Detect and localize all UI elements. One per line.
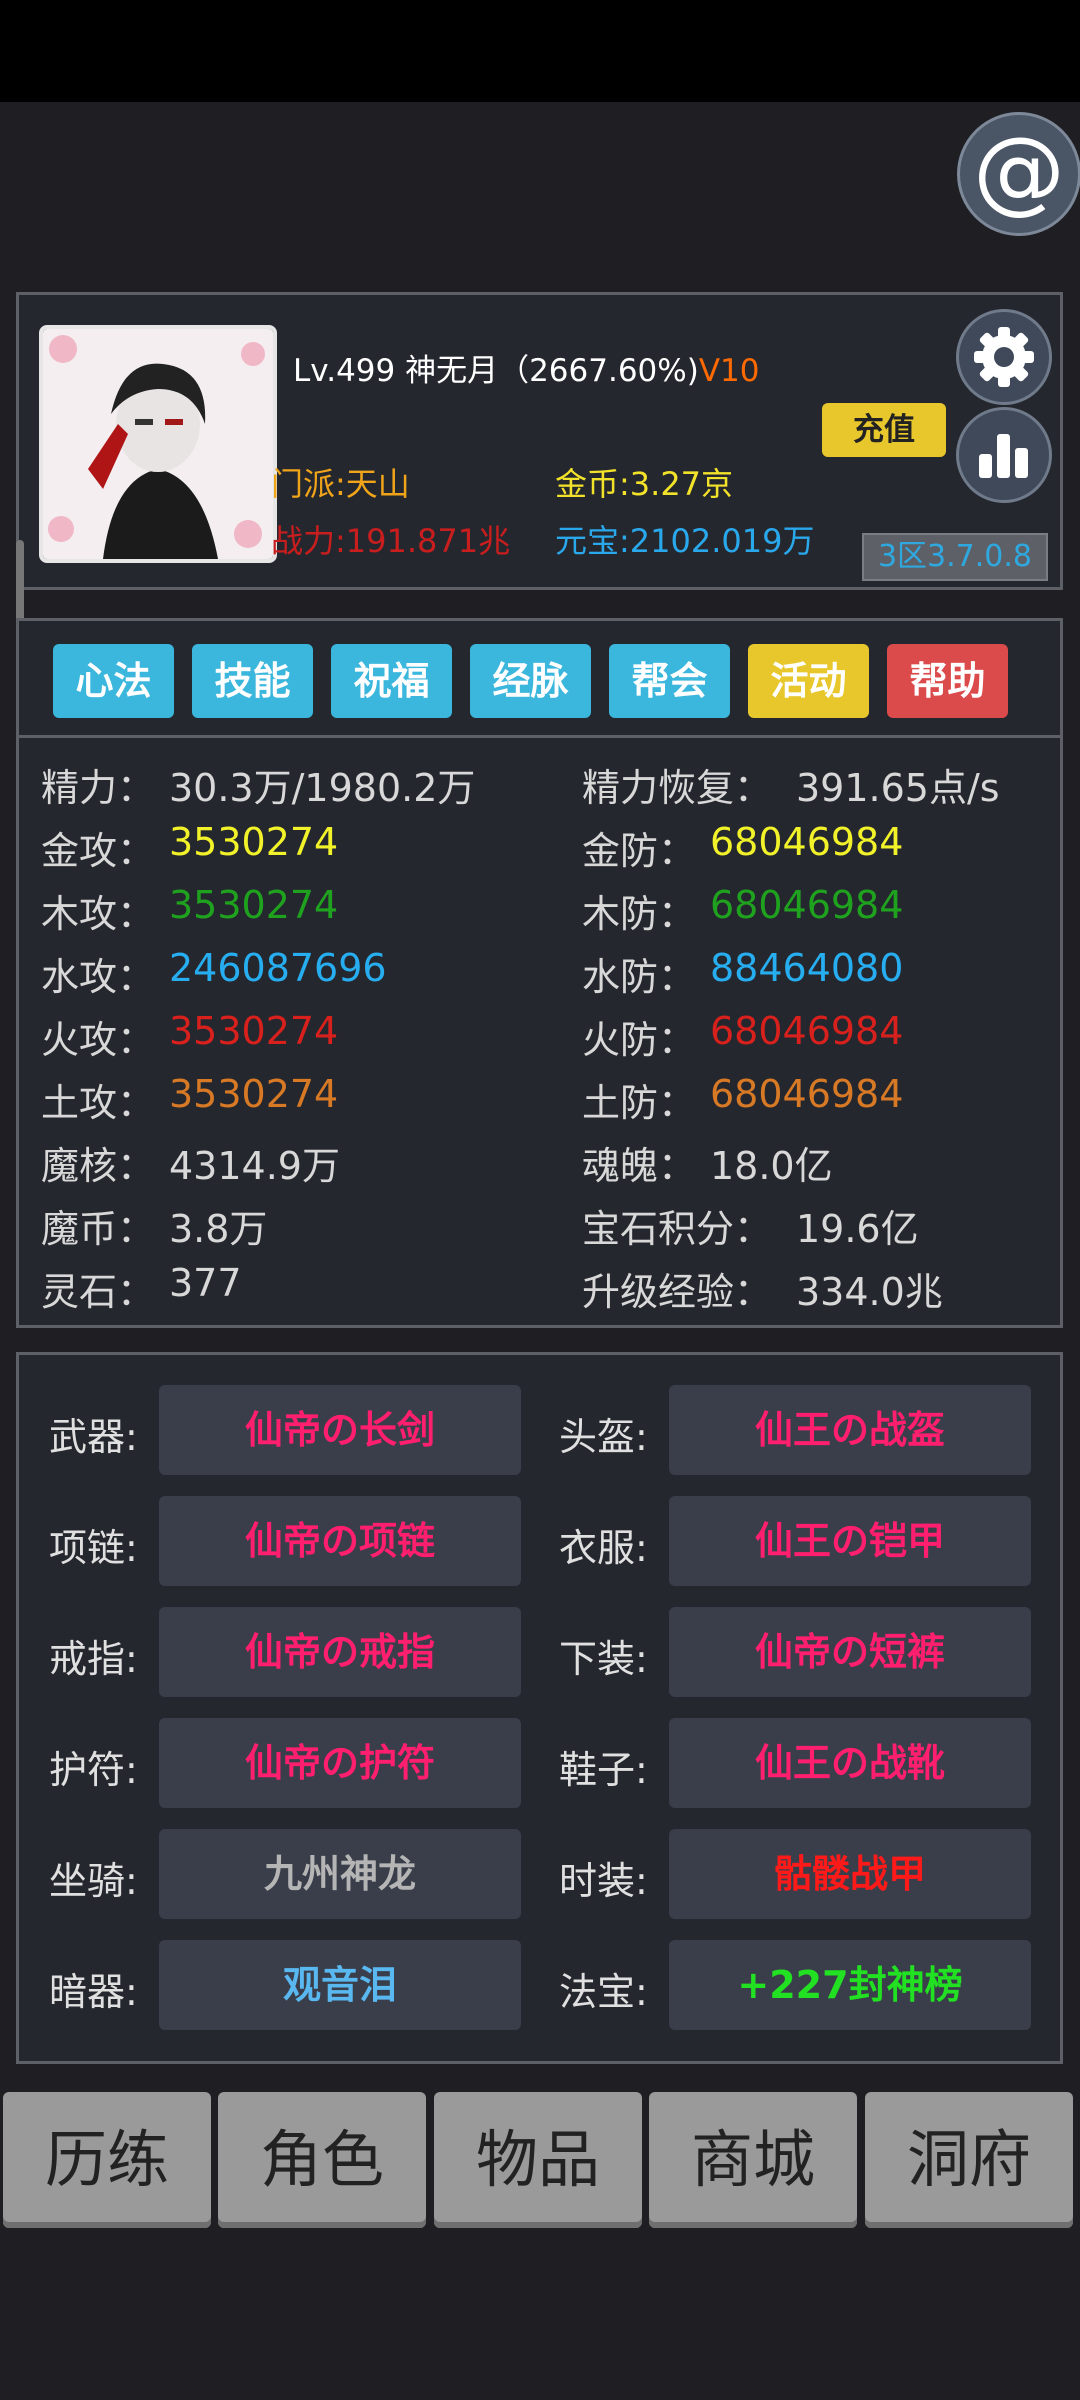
ranking-icon-button[interactable]	[956, 407, 1052, 503]
nav-button-4[interactable]: 洞府	[865, 2092, 1073, 2228]
equip-slot-item[interactable]: 仙王の战盔	[669, 1385, 1031, 1475]
bar-chart-icon	[979, 434, 1028, 478]
equip-slot-label: 头盔:	[559, 1415, 648, 1459]
equip-slot-item[interactable]: +227封神榜	[669, 1940, 1031, 2030]
tab-6[interactable]: 帮助	[887, 644, 1008, 718]
recharge-button[interactable]: 充值	[822, 403, 946, 457]
stat-value: 4314.9万	[169, 1144, 340, 1188]
gold-info: 金币:3.27京	[555, 465, 734, 503]
stat-value: 68046984	[710, 883, 904, 927]
equip-slot-label: 武器:	[49, 1415, 138, 1459]
tab-2[interactable]: 祝福	[331, 644, 452, 718]
equip-slot-item[interactable]: 仙帝の项链	[159, 1496, 521, 1586]
tab-0[interactable]: 心法	[53, 644, 174, 718]
gear-icon-button[interactable]	[956, 309, 1052, 405]
stat-label: 宝石积分：	[582, 1207, 773, 1251]
stat-value: 334.0兆	[796, 1270, 943, 1314]
stat-label: 魔币：	[41, 1207, 156, 1251]
equip-slot-label: 护符:	[49, 1748, 138, 1792]
stat-label: 土防：	[582, 1081, 697, 1125]
stat-label: 水防：	[582, 955, 697, 999]
tab-5[interactable]: 活动	[748, 644, 869, 718]
stat-value: 30.3万/1980.2万	[169, 766, 476, 810]
gear-icon	[974, 327, 1034, 387]
stat-value: 18.0亿	[710, 1144, 833, 1188]
equip-slot-item[interactable]: 仙王の铠甲	[669, 1496, 1031, 1586]
stat-value: 3530274	[169, 1072, 339, 1116]
equip-slot-label: 法宝:	[559, 1970, 648, 2014]
status-bar	[0, 0, 1080, 102]
equip-slot-label: 衣服:	[559, 1526, 648, 1570]
tab-4[interactable]: 帮会	[609, 644, 730, 718]
name-text: Lv.499 神无月（2667.60%)	[293, 353, 699, 389]
equip-slot-label: 鞋子:	[559, 1748, 648, 1792]
nav-button-3[interactable]: 商城	[649, 2092, 857, 2228]
at-icon-button[interactable]: @	[957, 112, 1080, 236]
stat-label: 火攻：	[41, 1018, 156, 1062]
profile-panel: Lv.499 神无月（2667.60%)V10 充值 门派:天山 金币:3.27…	[16, 292, 1063, 590]
equip-slot-label: 时装:	[559, 1859, 648, 1903]
stat-label: 金防：	[582, 829, 697, 873]
stat-value: 68046984	[710, 1009, 904, 1053]
equipment-panel: 武器: 仙帝の长剑 头盔: 仙王の战盔项链: 仙帝の项链 衣服: 仙王の铠甲戒指: 仙帝の戒指…	[16, 1352, 1063, 2064]
stat-label: 木攻：	[41, 892, 156, 936]
equip-slot-label: 项链:	[49, 1526, 138, 1570]
equip-slot-item[interactable]: 仙王の战靴	[669, 1718, 1031, 1808]
stat-value: 3530274	[169, 1009, 339, 1053]
equip-slot-item[interactable]: 仙帝の戒指	[159, 1607, 521, 1697]
stat-value: 391.65点/s	[796, 766, 1000, 810]
stat-label: 升级经验：	[582, 1270, 773, 1314]
vip-level: V10	[698, 353, 760, 389]
stat-value: 3530274	[169, 883, 339, 927]
stat-value: 88464080	[710, 946, 904, 990]
equip-slot-label: 坐骑:	[49, 1859, 138, 1903]
nav-button-0[interactable]: 历练	[3, 2092, 211, 2228]
power-info: 战力:191.871兆	[271, 522, 511, 560]
avatar[interactable]	[39, 325, 277, 563]
function-tabs: 心法 技能 祝福 经脉 帮会 活动 帮助	[16, 618, 1063, 738]
nav-button-2[interactable]: 物品	[434, 2092, 642, 2228]
stat-label: 精力恢复：	[582, 766, 773, 810]
stats-panel: 精力： 30.3万/1980.2万 金攻： 3530274 木攻： 3530274 水攻： 2…	[16, 738, 1063, 1328]
stat-value: 3.8万	[169, 1207, 268, 1251]
stat-value: 377	[169, 1261, 242, 1305]
stat-value: 19.6亿	[796, 1207, 919, 1251]
equip-slot-label: 暗器:	[49, 1970, 138, 2014]
stat-value: 3530274	[169, 820, 339, 864]
stat-label: 精力：	[41, 766, 156, 810]
stat-label: 金攻：	[41, 829, 156, 873]
player-name-level: Lv.499 神无月（2667.60%)V10	[293, 345, 760, 390]
stat-label: 水攻：	[41, 955, 156, 999]
stat-value: 68046984	[710, 820, 904, 864]
stat-value: 246087696	[169, 946, 387, 990]
stat-label: 火防：	[582, 1018, 697, 1062]
equip-slot-item[interactable]: 九州神龙	[159, 1829, 521, 1919]
stat-label: 灵石：	[41, 1270, 156, 1314]
nav-button-1[interactable]: 角色	[218, 2092, 426, 2228]
equip-slot-label: 下装:	[559, 1637, 648, 1681]
equip-slot-item[interactable]: 骷髅战甲	[669, 1829, 1031, 1919]
sect-info: 门派:天山	[271, 465, 410, 503]
equip-slot-item[interactable]: 仙帝の长剑	[159, 1385, 521, 1475]
stat-label: 土攻：	[41, 1081, 156, 1125]
tab-1[interactable]: 技能	[192, 644, 313, 718]
tab-3[interactable]: 经脉	[470, 644, 591, 718]
equip-slot-item[interactable]: 仙帝の护符	[159, 1718, 521, 1808]
stat-label: 木防：	[582, 892, 697, 936]
yuanbao-info: 元宝:2102.019万	[555, 522, 815, 560]
stat-value: 68046984	[710, 1072, 904, 1116]
equip-slot-label: 戒指:	[49, 1637, 138, 1681]
server-version-badge: 3区3.7.0.8	[862, 533, 1048, 581]
equip-slot-item[interactable]: 仙帝の短裤	[669, 1607, 1031, 1697]
stat-label: 魂魄：	[582, 1144, 697, 1188]
stat-label: 魔核：	[41, 1144, 156, 1188]
equip-slot-item[interactable]: 观音泪	[159, 1940, 521, 2030]
